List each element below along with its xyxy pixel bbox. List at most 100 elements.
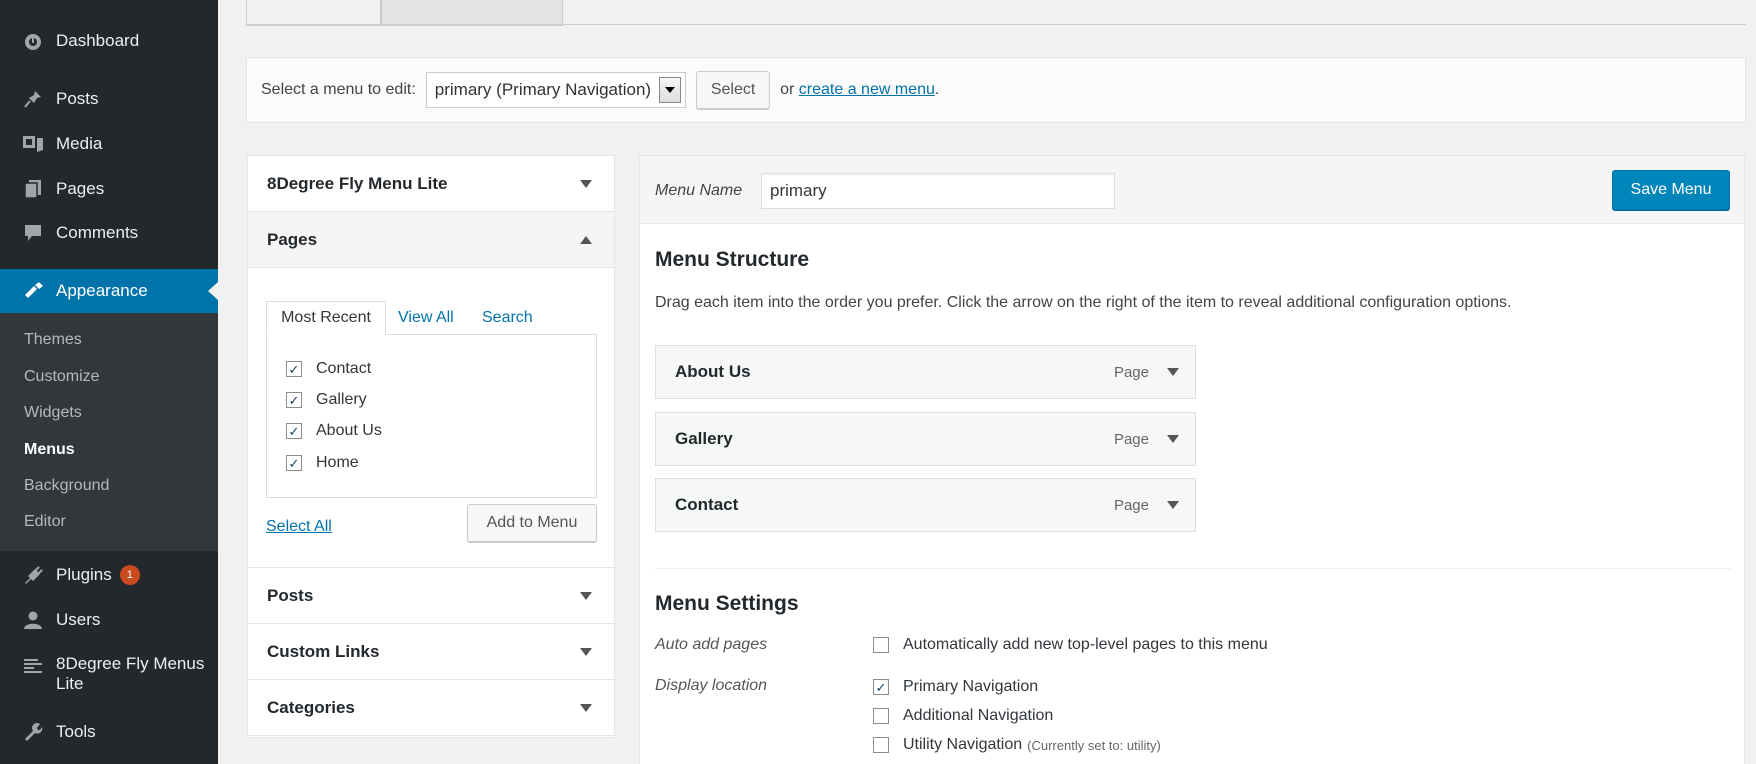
chevron-down-icon[interactable]: [580, 704, 592, 712]
select-all-link[interactable]: Select All: [266, 518, 332, 536]
sidebar-item-comments[interactable]: Comments: [0, 213, 218, 253]
location-checkbox[interactable]: [873, 708, 889, 724]
tab-most-recent[interactable]: Most Recent: [266, 301, 386, 335]
save-menu-button[interactable]: Save Menu: [1612, 170, 1730, 210]
location-text: Primary Navigation: [903, 678, 1039, 695]
auto-add-checkbox[interactable]: [873, 637, 889, 653]
sidebar-item-label: Appearance: [56, 281, 148, 300]
plug-icon: [20, 565, 46, 585]
sidebar-item-label: Dashboard: [56, 31, 140, 50]
menu-name-input[interactable]: primary: [761, 173, 1115, 209]
menu-item-type: Page: [1113, 363, 1149, 381]
page-label: About Us: [316, 422, 382, 439]
page-checkbox[interactable]: [286, 361, 302, 377]
menu-item-type: Page: [1113, 496, 1149, 514]
accordion-title: Categories: [267, 697, 355, 717]
update-count-badge: 1: [119, 565, 140, 585]
select-button[interactable]: Select: [696, 71, 771, 109]
sidebar-item-label: Pages: [56, 179, 105, 198]
current-indicator: [208, 282, 218, 300]
chevron-down-icon[interactable]: [580, 180, 592, 188]
sidebar-item-fly-menus[interactable]: 8Degree Fly Menus Lite: [0, 650, 218, 702]
appearance-submenu: Themes Customize Widgets Menus Backgroun…: [0, 313, 218, 551]
add-menu-items-panel: 8Degree Fly Menu Lite Pages Most Recent …: [247, 155, 615, 738]
sidebar-item-label: Media: [56, 134, 103, 153]
sidebar-item-plugins[interactable]: Plugins 1: [0, 555, 218, 595]
chevron-down-icon[interactable]: [580, 592, 592, 600]
accordion-title: Pages: [267, 229, 318, 249]
location-checkbox[interactable]: [873, 737, 889, 753]
menu-item-row[interactable]: Contact Page: [655, 478, 1196, 532]
page-checkbox[interactable]: [286, 392, 302, 408]
sidebar-item-posts[interactable]: Posts: [0, 79, 218, 119]
sidebar-item-label: Posts: [56, 89, 99, 108]
sidebar-item-users[interactable]: Users: [0, 600, 218, 640]
chevron-down-icon[interactable]: [659, 77, 682, 103]
page-label: Home: [316, 454, 359, 471]
chevron-up-icon[interactable]: [580, 236, 592, 244]
menu-settings-title: Menu Settings: [655, 592, 799, 615]
accordion-fly-menu[interactable]: 8Degree Fly Menu Lite: [248, 156, 614, 212]
pin-icon: [20, 89, 46, 109]
dashboard-icon: [20, 31, 46, 51]
list-item[interactable]: Contact: [286, 360, 371, 378]
menu-item-type: Page: [1113, 430, 1149, 448]
menu-editor-panel: Menu Name primary Save Menu Menu Structu…: [639, 155, 1745, 764]
menu-dropdown[interactable]: primary (Primary Navigation): [425, 72, 687, 108]
list-item[interactable]: About Us: [286, 422, 382, 440]
menu-item-title: About Us: [675, 362, 751, 381]
menu-select-bar: Select a menu to edit: primary (Primary …: [246, 57, 1746, 123]
submenu-themes[interactable]: Themes: [24, 331, 82, 349]
location-option-additional[interactable]: Additional Navigation: [873, 707, 1053, 725]
tabs-baseline: [246, 24, 1746, 25]
tab-manage-locations[interactable]: [381, 0, 563, 26]
location-option-utility[interactable]: Utility Navigation (Currently set to: ut…: [873, 736, 1161, 754]
sidebar-item-dashboard[interactable]: Dashboard: [0, 21, 218, 61]
sidebar-item-label: Plugins: [56, 565, 112, 584]
submenu-editor[interactable]: Editor: [24, 513, 66, 531]
sidebar-item-label: Users: [56, 610, 101, 629]
section-divider: [655, 568, 1731, 569]
comment-icon: [20, 223, 46, 243]
sidebar-item-appearance[interactable]: Appearance: [0, 269, 218, 313]
page-checkbox[interactable]: [286, 423, 302, 439]
media-icon: [20, 134, 46, 154]
menu-item-row[interactable]: About Us Page: [655, 345, 1196, 399]
chevron-down-icon[interactable]: [1167, 368, 1179, 376]
menu-item-title: Gallery: [675, 429, 733, 448]
sidebar-item-media[interactable]: Media: [0, 124, 218, 164]
create-new-menu-link[interactable]: create a new menu: [799, 81, 935, 99]
accordion-custom-links[interactable]: Custom Links: [248, 624, 614, 680]
submenu-customize[interactable]: Customize: [24, 368, 100, 386]
pages-checklist: [266, 334, 597, 498]
sidebar-item-tools[interactable]: Tools: [0, 712, 218, 752]
chevron-down-icon[interactable]: [580, 648, 592, 656]
page-checkbox[interactable]: [286, 455, 302, 471]
tab-view-all[interactable]: View All: [398, 301, 454, 335]
auto-add-text: Automatically add new top-level pages to…: [903, 636, 1268, 653]
pages-icon: [20, 179, 46, 199]
sidebar-item-label: 8Degree Fly Menus Lite: [56, 654, 205, 693]
period-text: .: [934, 81, 940, 98]
location-option-primary[interactable]: Primary Navigation: [873, 678, 1038, 696]
accordion-posts[interactable]: Posts: [248, 568, 614, 624]
chevron-down-icon[interactable]: [1167, 501, 1179, 509]
list-item[interactable]: Home: [286, 454, 359, 472]
accordion-pages[interactable]: Pages: [248, 212, 614, 268]
chevron-down-icon[interactable]: [1167, 435, 1179, 443]
accordion-title: Custom Links: [267, 641, 380, 661]
accordion-categories[interactable]: Categories: [248, 680, 614, 736]
submenu-menus[interactable]: Menus: [24, 441, 75, 459]
add-to-menu-button[interactable]: Add to Menu: [467, 504, 597, 542]
brush-icon: [20, 281, 46, 301]
tab-search[interactable]: Search: [482, 301, 533, 335]
submenu-background[interactable]: Background: [24, 477, 109, 495]
submenu-widgets[interactable]: Widgets: [24, 404, 82, 422]
sidebar-item-pages[interactable]: Pages: [0, 169, 218, 209]
location-checkbox[interactable]: [873, 679, 889, 695]
auto-add-option[interactable]: Automatically add new top-level pages to…: [873, 636, 1268, 654]
menu-item-row[interactable]: Gallery Page: [655, 412, 1196, 466]
tab-edit-menus[interactable]: [246, 0, 381, 26]
location-text: Additional Navigation: [903, 707, 1054, 724]
list-item[interactable]: Gallery: [286, 391, 367, 409]
